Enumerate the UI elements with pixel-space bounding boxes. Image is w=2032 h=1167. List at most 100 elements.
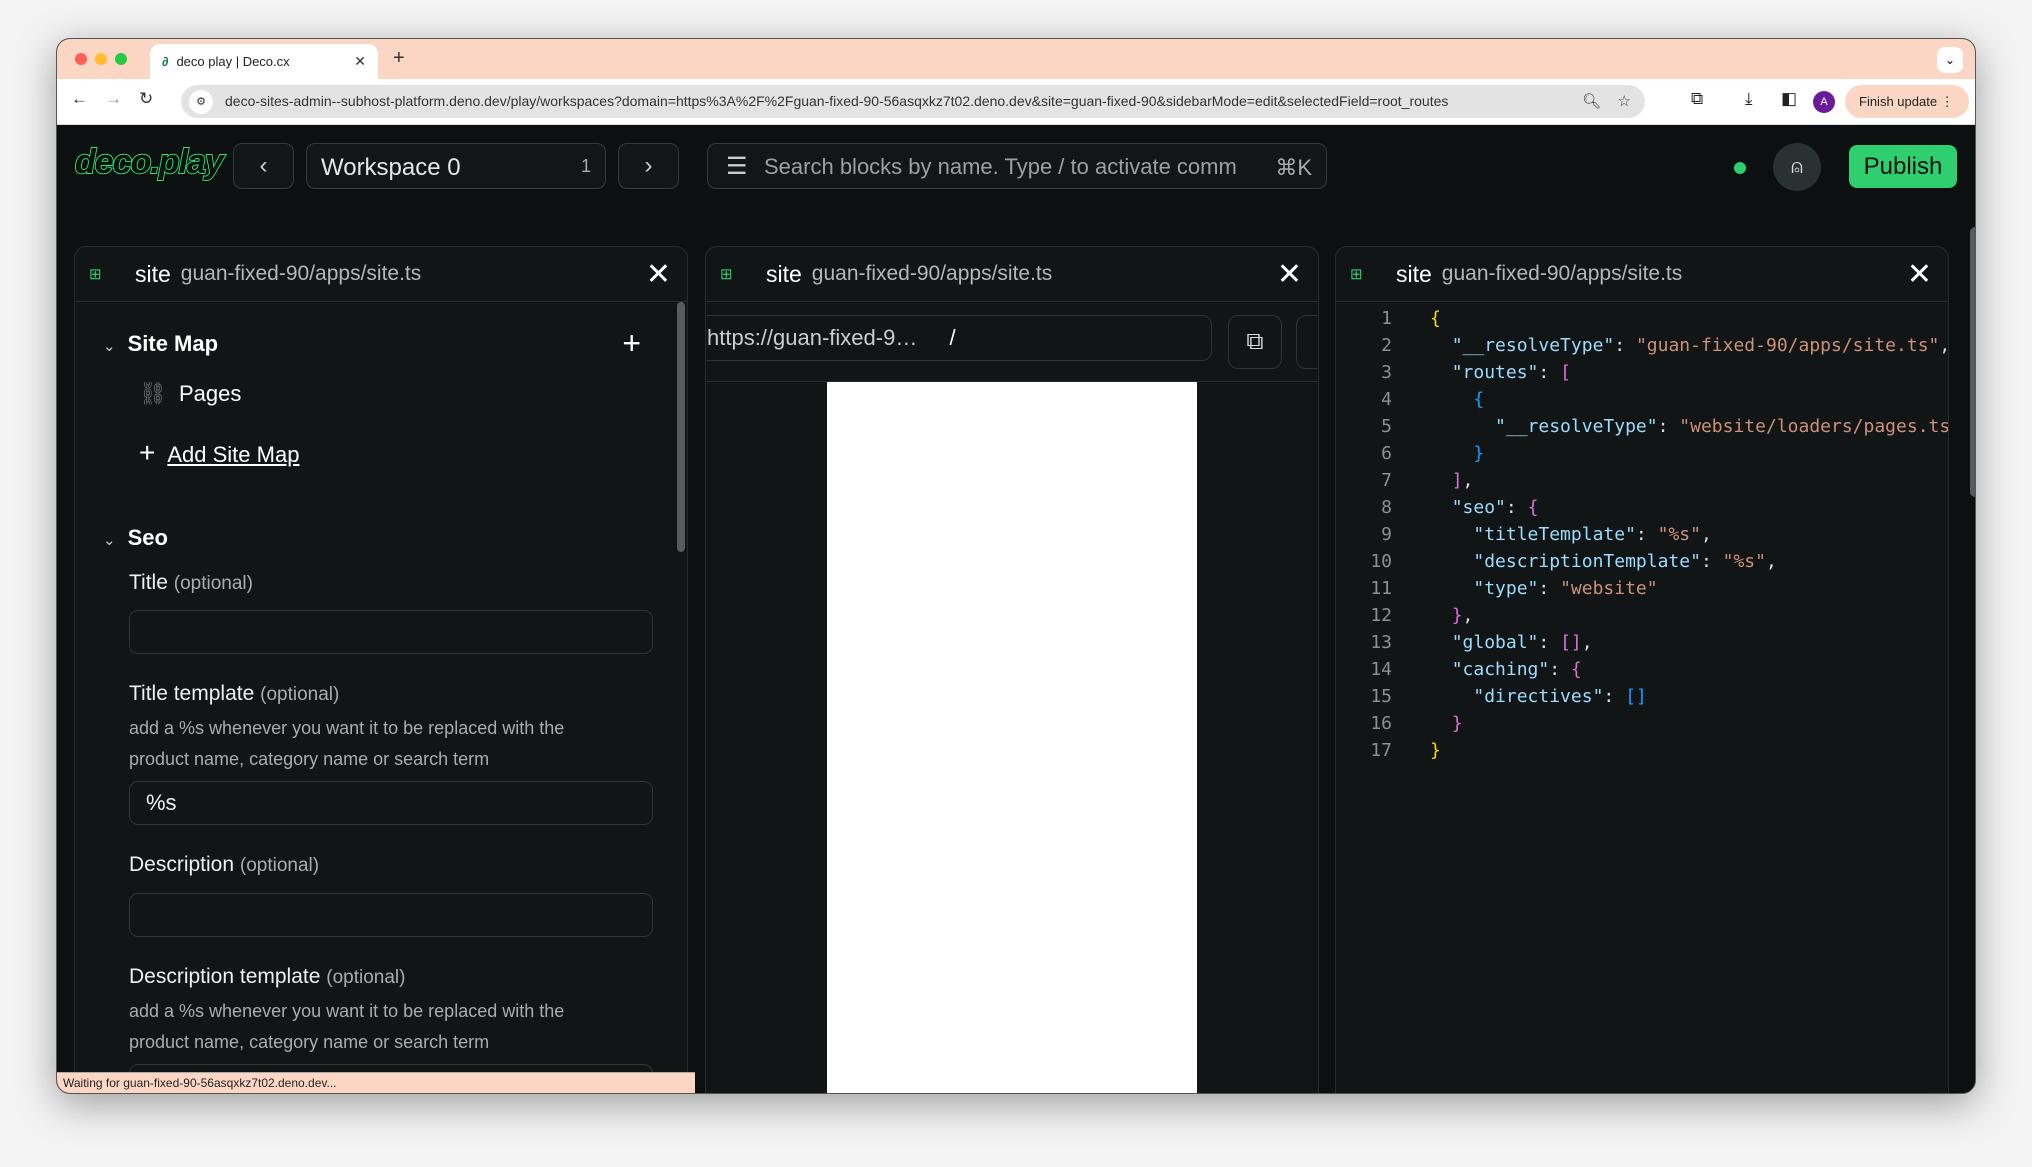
browser-window: ∂ deco play | Deco.cx ✕ + ⌄ ← → ↻ ⚙ deco… bbox=[56, 38, 1976, 1094]
panel-title: site bbox=[135, 260, 171, 287]
plus-icon: + bbox=[139, 437, 156, 468]
close-panel-icon[interactable]: ✕ bbox=[1907, 257, 1932, 292]
close-panel-icon[interactable]: ✕ bbox=[1277, 257, 1302, 292]
panel-path: guan-fixed-90/apps/site.ts bbox=[811, 262, 1053, 285]
line-number: 6 bbox=[1381, 443, 1392, 464]
next-workspace-button[interactable]: › bbox=[618, 143, 679, 189]
code-panel: ⊞ site guan-fixed-90/apps/site.ts ✕ 1 {2 … bbox=[1335, 246, 1949, 1093]
title-template-label: Title template (optional) bbox=[129, 682, 340, 705]
deco-favicon-icon: ∂ bbox=[162, 54, 169, 69]
description-template-help: add a %s whenever you want it to be repl… bbox=[129, 1001, 565, 1052]
close-window-button[interactable] bbox=[75, 53, 87, 65]
add-icon[interactable]: + bbox=[622, 325, 641, 362]
pages-item[interactable]: ⛓ Pages bbox=[139, 381, 241, 407]
title-input[interactable] bbox=[129, 610, 653, 654]
line-number: 10 bbox=[1370, 551, 1392, 572]
description-input[interactable] bbox=[129, 893, 653, 937]
code-line: { bbox=[1430, 308, 1441, 329]
browser-tab[interactable]: ∂ deco play | Deco.cx ✕ bbox=[150, 44, 378, 79]
connection-status-dot bbox=[1734, 162, 1746, 174]
zoom-icon[interactable]: 🔍︎ bbox=[1582, 85, 1601, 118]
search-shortcut: ⌘K bbox=[1275, 155, 1312, 180]
publish-button[interactable]: Publish bbox=[1849, 145, 1957, 188]
tab-search-chevron-icon[interactable]: ⌄ bbox=[1937, 47, 1963, 73]
new-tab-button[interactable]: + bbox=[393, 47, 405, 70]
add-site-map-link[interactable]: + Add Site Map bbox=[139, 437, 299, 469]
line-number: 4 bbox=[1381, 389, 1392, 410]
minimize-window-button[interactable] bbox=[95, 53, 107, 65]
code-line: "seo": { bbox=[1451, 497, 1539, 518]
page-scrollbar[interactable] bbox=[1970, 227, 1975, 497]
preview-path: / bbox=[949, 325, 956, 350]
back-icon[interactable]: ← bbox=[71, 89, 88, 109]
site-settings-icon[interactable]: ⚙ bbox=[189, 90, 213, 114]
line-number: 17 bbox=[1370, 740, 1392, 761]
forward-icon[interactable]: → bbox=[105, 89, 122, 109]
code-line: } bbox=[1430, 740, 1441, 761]
blocks-icon: ⊞ bbox=[720, 266, 733, 283]
maximize-window-button[interactable] bbox=[115, 53, 127, 65]
description-label: Description (optional) bbox=[129, 853, 320, 876]
workspace-selector[interactable]: Workspace 0 1 bbox=[306, 143, 606, 189]
close-tab-icon[interactable]: ✕ bbox=[354, 53, 366, 70]
url-input[interactable]: ⚙ deco-sites-admin--subhost-platform.den… bbox=[181, 85, 1645, 118]
line-number: 14 bbox=[1370, 659, 1392, 680]
profile-avatar[interactable]: A bbox=[1813, 91, 1835, 113]
reload-icon[interactable]: ↻ bbox=[139, 89, 153, 109]
code-editor[interactable]: 1 {2 "__resolveType": "guan-fixed-90/apps… bbox=[1336, 302, 1949, 1093]
line-number: 16 bbox=[1370, 713, 1392, 734]
bookmark-star-icon[interactable]: ☆ bbox=[1618, 85, 1631, 118]
code-line: "descriptionTemplate": "%s", bbox=[1473, 551, 1777, 572]
close-panel-icon[interactable]: ✕ bbox=[646, 257, 671, 292]
seo-section-toggle[interactable]: ⌄ Seo bbox=[103, 525, 168, 551]
tab-bar: ∂ deco play | Deco.cx ✕ + ⌄ bbox=[57, 39, 1975, 79]
panel-path: guan-fixed-90/apps/site.ts bbox=[1441, 262, 1683, 285]
code-line: "directives": [] bbox=[1473, 686, 1647, 707]
code-line: } bbox=[1451, 713, 1463, 734]
panel-header: ⊞ site guan-fixed-90/apps/site.ts ✕ bbox=[1336, 247, 1948, 302]
description-template-label: Description template (optional) bbox=[129, 965, 406, 988]
download-icon[interactable]: ⤓ bbox=[1745, 89, 1753, 109]
open-external-icon[interactable]: ⧉ bbox=[1228, 315, 1282, 369]
code-line: "caching": { bbox=[1451, 659, 1582, 680]
panel-path: guan-fixed-90/apps/site.ts bbox=[180, 262, 422, 285]
preview-url-bar[interactable]: https://guan-fixed-9… / bbox=[706, 315, 1212, 361]
search-placeholder: Search blocks by name. Type / to activat… bbox=[764, 154, 1237, 179]
line-number: 1 bbox=[1381, 308, 1392, 329]
line-number: 3 bbox=[1381, 362, 1392, 383]
link-icon: ⛓ bbox=[139, 381, 167, 406]
chevron-down-icon: ⌄ bbox=[103, 532, 116, 549]
user-avatar-button[interactable]: ⍝ bbox=[1773, 143, 1821, 191]
title-template-input[interactable] bbox=[129, 781, 653, 825]
scrollbar[interactable] bbox=[677, 302, 685, 552]
blocks-icon: ⊞ bbox=[1350, 266, 1363, 283]
line-number: 12 bbox=[1370, 605, 1392, 626]
code-line: "__resolveType": "website/loaders/pages.… bbox=[1495, 416, 1949, 437]
code-line: "type": "website" bbox=[1473, 578, 1658, 599]
extensions-icon[interactable]: ⧉ bbox=[1691, 89, 1703, 109]
line-number: 7 bbox=[1381, 470, 1392, 491]
code-line: ], bbox=[1451, 470, 1474, 491]
site-map-section-toggle[interactable]: ⌄ Site Map bbox=[103, 331, 218, 357]
panel-header: ⊞ site guan-fixed-90/apps/site.ts ✕ bbox=[706, 247, 1318, 302]
prev-workspace-button[interactable]: ‹ bbox=[233, 143, 294, 189]
line-number: 11 bbox=[1370, 578, 1392, 599]
finish-update-button[interactable]: Finish update ⋮ bbox=[1845, 85, 1969, 118]
code-line: "global": [], bbox=[1451, 632, 1593, 653]
code-line: } bbox=[1473, 443, 1485, 464]
line-number: 5 bbox=[1381, 416, 1392, 437]
code-line: "__resolveType": "guan-fixed-90/apps/sit… bbox=[1451, 335, 1948, 356]
preview-frame[interactable] bbox=[827, 382, 1197, 1093]
block-search-input[interactable]: ☰ Search blocks by name. Type / to activ… bbox=[707, 143, 1327, 189]
device-button[interactable] bbox=[1296, 315, 1318, 369]
tab-title: deco play | Deco.cx bbox=[176, 54, 290, 69]
workspace-count: 1 bbox=[580, 156, 591, 176]
line-number: 9 bbox=[1381, 524, 1392, 545]
code-line: { bbox=[1473, 389, 1485, 410]
url-text: deco-sites-admin--subhost-platform.deno.… bbox=[225, 93, 1449, 109]
workspace-name: Workspace 0 bbox=[321, 154, 461, 181]
app: deco.play ‹ Workspace 0 1 › ☰ Search blo… bbox=[57, 125, 1975, 1093]
address-bar-row: ← → ↻ ⚙ deco-sites-admin--subhost-platfo… bbox=[57, 79, 1975, 125]
side-panel-icon[interactable]: ◧ bbox=[1781, 89, 1797, 109]
code-line: "routes": [ bbox=[1451, 362, 1571, 383]
